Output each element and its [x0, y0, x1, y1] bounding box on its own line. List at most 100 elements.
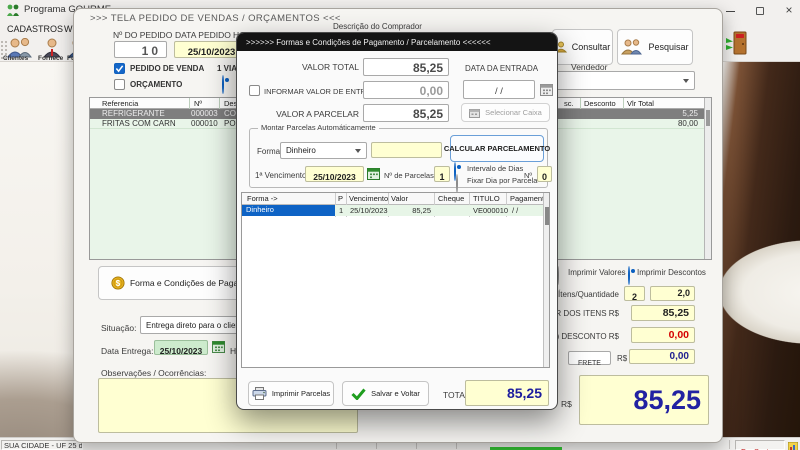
valor-total-value: 85,25 [412, 61, 443, 75]
situacao-label: Situação: [101, 323, 137, 333]
pedido-window-title: >>> TELA PEDIDO DE VENDAS / ORÇAMENTOS <… [90, 13, 341, 24]
payment-modal: >>>>>> Formas e Condições de Pagamento /… [236, 32, 558, 410]
valor-parcelar-label: VALOR A PARCELAR [276, 109, 359, 119]
grand-total-value: 85,25 [633, 385, 701, 415]
selecionar-caixa-button[interactable]: Selecionar Caixa [461, 103, 550, 122]
parcelas-scrollbar[interactable] [543, 193, 549, 367]
data-entrada-field[interactable]: / / [463, 80, 535, 99]
data-entrega-field[interactable]: 25/10/2023 [154, 340, 208, 356]
item-num: 000003 [191, 109, 218, 118]
imprimir-parcelas-button[interactable]: Imprimir Parcelas [248, 381, 334, 406]
informar-entrada-checkbox[interactable] [249, 85, 260, 96]
item-total: 5,25 [682, 109, 698, 118]
fixar-dia-radio[interactable] [456, 174, 458, 193]
close-icon: × [785, 3, 793, 17]
toolbar-label-fornecedores: Fornece [38, 55, 64, 62]
item-total: 80,00 [677, 119, 698, 128]
forma-extra-field[interactable] [371, 142, 442, 158]
modal-title-bar[interactable]: >>>>>> Formas e Condições de Pagamento /… [237, 33, 557, 51]
parcelas-table[interactable]: Forma -> P Vencimento Valor Cheque TITUL… [241, 192, 550, 368]
cashbox-icon [469, 109, 481, 118]
col-valor[interactable]: Valor [391, 194, 408, 203]
desconto-field[interactable]: 0,00 [631, 327, 695, 343]
vencimento-field[interactable]: 25/10/2023 [305, 166, 364, 182]
dias-value: 0 [541, 172, 547, 182]
col-header-desconto[interactable]: Desconto [584, 99, 616, 108]
col-cheque[interactable]: Cheque [438, 194, 464, 203]
calendar-icon-green[interactable] [212, 340, 225, 358]
toolbar-label-clientes: Clientes [3, 55, 29, 62]
valor-entrada-field[interactable]: 0,00 [363, 81, 449, 99]
calendar-icon-green-small[interactable] [367, 167, 380, 185]
vendedor-combo[interactable] [554, 71, 695, 90]
col-vencimento[interactable]: Vencimento [349, 194, 388, 203]
minimize-icon [725, 10, 735, 12]
itens-count-field: 2 [624, 286, 645, 302]
grand-total-field: 85,25 [579, 375, 709, 425]
printer-icon [252, 387, 267, 400]
menu-item-cadastros[interactable]: CADASTROS [7, 24, 63, 34]
calendar-icon-gray[interactable] [540, 83, 553, 101]
numero-pedido-field[interactable]: 10 [114, 41, 167, 58]
status-city-text: SUA CIDADE - UF 25 de [4, 441, 83, 450]
col-header-numero[interactable]: Nº [194, 99, 202, 108]
maximize-button[interactable] [750, 4, 770, 18]
coin-icon: $ [111, 276, 125, 290]
col-p[interactable]: P [338, 194, 343, 203]
modal-title: >>>>>> Formas e Condições de Pagamento /… [246, 37, 491, 47]
frete-value-field[interactable]: 0,00 [629, 349, 695, 364]
parcela-row[interactable]: Dinheiro 1 25/10/2023 85,25 VE000010 / / [242, 205, 545, 216]
svg-text:$: $ [116, 279, 121, 288]
pesquisar-button[interactable]: Pesquisar [617, 29, 693, 65]
col-titulo[interactable]: TITULO [473, 194, 500, 203]
parcela-vencimento: 25/10/2023 [350, 206, 388, 215]
col-header-desc[interactable]: sc. [564, 99, 574, 108]
vencimento-label: 1ª Vencimento: [255, 171, 309, 180]
calcular-parcelamento-button[interactable]: CALCULAR PARCELAMENTO [444, 135, 550, 162]
minimize-button[interactable] [720, 4, 740, 18]
imprimir-parcelas-label: Imprimir Parcelas [271, 389, 331, 398]
montar-parcelas-legend: Montar Parcelas Automáticamente [258, 123, 379, 132]
frete-value: 0,00 [669, 351, 689, 362]
parcela-p: 1 [339, 206, 344, 215]
items-grid-scrollbar[interactable] [704, 98, 711, 259]
close-button[interactable]: × [780, 2, 798, 18]
intervalo-dias-label: Intervalo de Dias [467, 164, 524, 173]
item-ref: REFRIGERANTE [102, 109, 165, 118]
item-ref: FRITAS COM CARN [102, 119, 176, 128]
pesquisar-label: Pesquisar [648, 42, 689, 52]
num-parcelas-value: 1 [439, 172, 445, 182]
data-pedido-value: 25/10/2023 [187, 47, 236, 58]
orcamento-checkbox[interactable] [114, 79, 125, 90]
col-header-referencia[interactable]: Referencia [102, 99, 138, 108]
num-parcelas-field[interactable]: 1 [434, 166, 450, 182]
scrollbar-thumb [545, 207, 549, 225]
exit-button[interactable] [725, 29, 749, 57]
dias-field[interactable]: 0 [537, 166, 552, 182]
col-forma[interactable]: Forma -> [247, 194, 278, 203]
scrollbar-thumb[interactable] [706, 110, 710, 126]
parcela-forma-cell[interactable]: Dinheiro [242, 205, 335, 216]
maximize-icon [756, 7, 764, 15]
consultar-label: Consultar [571, 42, 611, 52]
forma-combo[interactable]: Dinheiro [280, 142, 367, 159]
valor-itens-value: 85,25 [662, 307, 689, 319]
salvar-voltar-button[interactable]: Salvar e Voltar [342, 381, 429, 406]
pagamento-button[interactable]: $ Forma e Condições de Pagame [98, 266, 251, 300]
via-radio[interactable] [222, 75, 224, 94]
parcela-valor: 85,25 [412, 206, 431, 215]
imprimir-descontos-label: Imprimir Descontos [637, 268, 706, 277]
comprador-label: Descrição do Comprador [333, 22, 422, 31]
consultar-button[interactable]: Consultar [552, 29, 613, 65]
imprimir-descontos-radio[interactable] [628, 266, 630, 285]
data-entrega-value: 25/10/2023 [159, 346, 203, 356]
numero-pedido-label: Nº DO PEDIDO [113, 30, 173, 40]
dias-label: Nº [524, 171, 533, 180]
situacao-value: Entrega direto para o cliente [146, 320, 247, 330]
frete-field[interactable]: FRETE [568, 351, 611, 367]
exit-door-icon [726, 31, 747, 55]
col-header-vlr-total[interactable]: Vlr Total [627, 99, 654, 108]
data-entrada-value: / / [495, 86, 503, 97]
pedido-venda-checkbox[interactable] [114, 63, 125, 74]
data-entrada-label: DATA DA ENTRADA [465, 64, 539, 73]
